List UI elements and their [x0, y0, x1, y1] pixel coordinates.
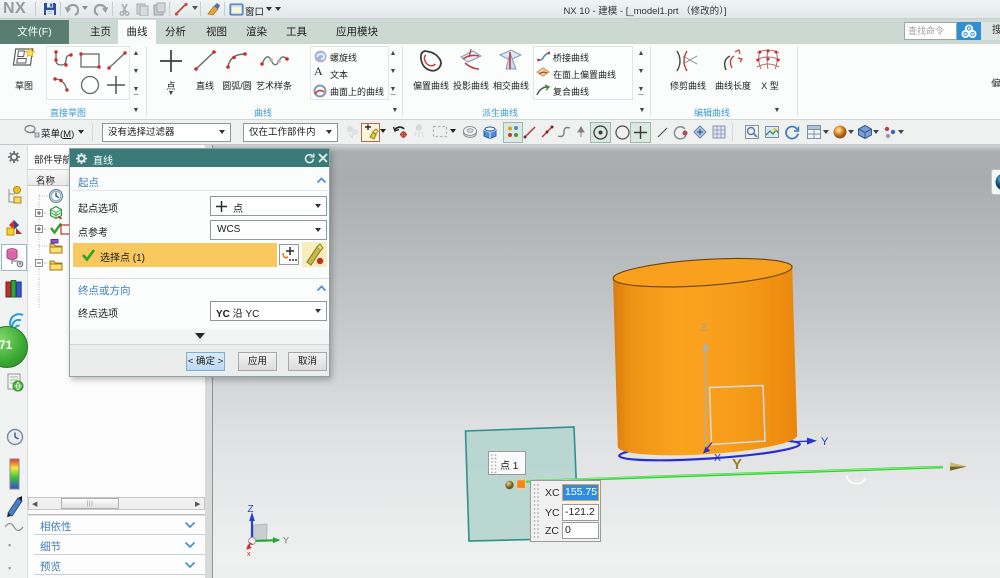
svg-text:x: x: [247, 551, 251, 558]
svg-text:Y: Y: [821, 436, 829, 448]
svg-text:Y: Y: [283, 536, 289, 546]
svg-text:Z: Z: [248, 504, 254, 515]
svg-text:X: X: [714, 452, 721, 464]
svg-text:Y: Y: [732, 456, 742, 473]
svg-text:Z: Z: [701, 322, 708, 334]
